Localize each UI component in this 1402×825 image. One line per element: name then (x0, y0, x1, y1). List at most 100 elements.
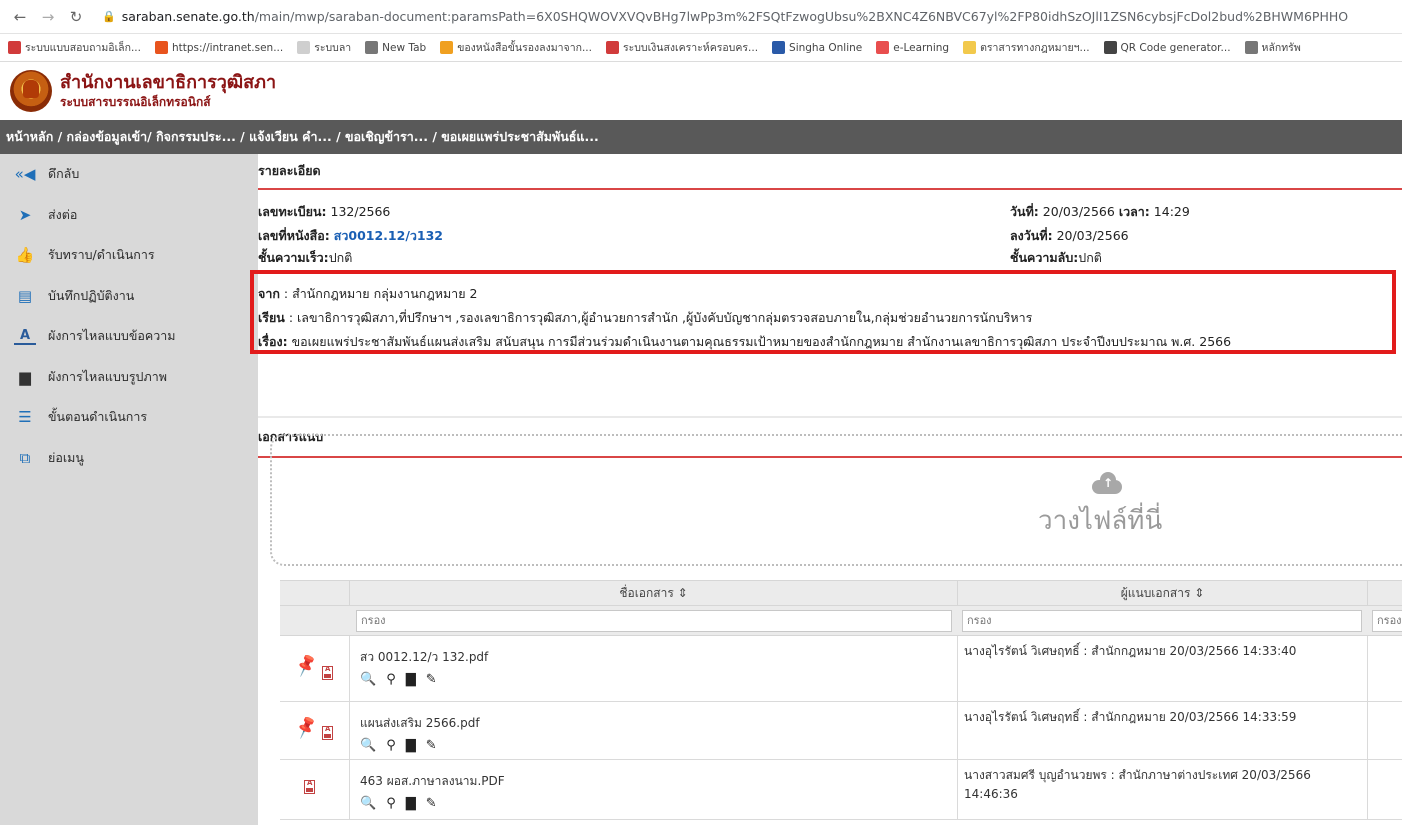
copy-icon[interactable]: ▇ (406, 796, 416, 811)
senate-logo (10, 70, 52, 112)
bookmark-item[interactable]: ตราสารทางกฎหมายฯ... (963, 39, 1090, 56)
app-subtitle: ระบบสารบรรณอิเล็กทรอนิกส์ (60, 95, 211, 109)
bookmark-item[interactable]: ระบบเงินสงเคราะห์ครอบคร... (605, 39, 758, 56)
filter-row (280, 606, 1402, 636)
bookmark-item[interactable]: https://intranet.sen... (154, 41, 283, 54)
sidebar-item-label: ส่งต่อ (48, 206, 78, 222)
attacher-info: นางอุไรรัตน์ วิเศษฤทธิ์ : สำนักกฎหมาย 20… (964, 710, 1297, 724)
bookmark-favicon-icon (605, 41, 619, 54)
thumbs-up-icon: 👍 (15, 246, 35, 265)
bookmark-item[interactable]: Singha Online (772, 41, 862, 54)
pin-icon[interactable]: 📌 (293, 715, 320, 741)
lock-icon: 🔒 (102, 10, 116, 23)
table-row: 📌 แผนส่งเสริม 2566.pdf 🔍 ⚲ ▇ ✎ นางอุไรรั… (280, 702, 1402, 760)
browser-address-bar: ← → ↻ 🔒 saraban.senate.go.th/main/mwp/sa… (0, 0, 1402, 34)
sidebar-item-label: ย่อเมนู (48, 449, 84, 465)
sidebar-item-back-arrow[interactable]: «◀ ดึกลับ (0, 154, 258, 195)
bookmark-favicon-icon (963, 41, 977, 54)
col-attacher-header[interactable]: ผู้แนบเอกสาร ⇕ (958, 581, 1368, 605)
app-header: สำนักงานเลขาธิการวุฒิสภา ระบบสารบรรณอิเล… (0, 62, 1402, 120)
text-flow-icon: A (14, 328, 36, 345)
bookmark-favicon-icon (876, 41, 890, 54)
file-name[interactable]: สว 0012.12/ว 132.pdf (360, 648, 488, 667)
zoom-icon[interactable]: 🔍 (360, 672, 376, 687)
filter-attacher-input[interactable] (962, 609, 1362, 632)
bookmark-item[interactable]: ของหนังสือขั้นรองลงมาจาก... (440, 39, 592, 56)
bookmark-item[interactable]: ระบบแบบสอบถามอิเล็ก... (8, 39, 141, 56)
reg-no: เลขทะเบียน: 132/2566 (258, 204, 391, 219)
details-title: รายละเอียด (258, 163, 321, 178)
url-field[interactable]: saraban.senate.go.th/main/mwp/saraban-do… (122, 9, 1348, 24)
speed-class: ชั้นความเร็ว:ปกติ (258, 250, 353, 262)
details-panel: เลขทะเบียน: 132/2566 เลขที่หนังสือ: สว00… (250, 190, 1402, 416)
image-flow-icon: ▆ (19, 367, 31, 386)
bookmark-favicon-icon (1244, 41, 1258, 54)
col-actions-header (280, 581, 350, 605)
sidebar-item-notebook[interactable]: ▤ บันทึกปฏิบัติงาน (0, 276, 258, 317)
sidebar-item-thumbs-up[interactable]: 👍 รับทราบ/ดำเนินการ (0, 235, 258, 276)
bookmark-favicon-icon (365, 41, 379, 54)
pdf-icon (322, 665, 333, 680)
bookmark-favicon-icon (1103, 41, 1117, 54)
sidebar-item-label: บันทึกปฏิบัติงาน (48, 287, 135, 303)
dropzone-text: วางไฟล์ที่นี่ (1038, 506, 1163, 536)
edit-icon[interactable]: ✎ (426, 796, 437, 811)
user-icon[interactable]: ⚲ (386, 796, 396, 811)
copy-icon[interactable]: ▇ (406, 672, 416, 687)
sidebar-item-image-flow[interactable]: ▆ ผังการไหลแบบรูปภาพ (0, 357, 258, 398)
bookmark-item[interactable]: e-Learning (876, 41, 949, 54)
attachments-table: ชื่อเอกสาร ⇕ ผู้แนบเอกสาร ⇕ 📌 สว 0012.12… (280, 580, 1402, 820)
filter-name-input[interactable] (356, 609, 952, 632)
doc-no-link[interactable]: สว0012.12/ว132 (334, 228, 443, 243)
file-dropzone[interactable]: ↑ วางไฟล์ที่นี่ (270, 434, 1402, 566)
breadcrumb: หน้าหลัก / กล่องข้อมูลเข้า/ กิจกรรมประ..… (0, 120, 1402, 154)
forward-icon[interactable]: → (36, 5, 60, 29)
table-row: 📌 สว 0012.12/ว 132.pdf 🔍 ⚲ ▇ ✎ นางอุไรรั… (280, 636, 1402, 702)
back-icon[interactable]: ← (8, 5, 32, 29)
bookmark-item[interactable]: ระบบลา (297, 39, 351, 56)
bookmark-item[interactable]: New Tab (365, 41, 426, 54)
attacher-info: นางสาวสมศรี บุญอำนวยพร : สำนักภาษาต่างปร… (964, 768, 1311, 801)
doc-no: เลขที่หนังสือ: สว0012.12/ว132 (258, 228, 443, 243)
pdf-icon (304, 779, 315, 794)
col-name-header[interactable]: ชื่อเอกสาร ⇕ (350, 581, 958, 605)
edit-icon[interactable]: ✎ (426, 672, 437, 687)
user-icon[interactable]: ⚲ (386, 738, 396, 753)
sign-date: ลงวันที่: 20/03/2566 (1010, 228, 1129, 243)
sidebar-item-collapse-menu[interactable]: ⧉ ย่อเมนู (0, 438, 258, 479)
bookmark-item[interactable]: QR Code generator... (1103, 41, 1231, 54)
user-icon[interactable]: ⚲ (386, 672, 396, 687)
sidebar-item-list-steps[interactable]: ☰ ขั้นตอนดำเนินการ (0, 397, 258, 438)
sidebar: «◀ ดึกลับ ➤ ส่งต่อ 👍 รับทราบ/ดำเนินการ ▤ บันทึก… (0, 154, 258, 825)
zoom-icon[interactable]: 🔍 (360, 796, 376, 811)
edit-icon[interactable]: ✎ (426, 738, 437, 753)
main-content: รายละเอียด เลขทะเบียน: 132/2566 เลขที่หน… (250, 154, 1402, 825)
table-header: ชื่อเอกสาร ⇕ ผู้แนบเอกสาร ⇕ (280, 580, 1402, 606)
attacher-info: นางอุไรรัตน์ วิเศษฤทธิ์ : สำนักกฎหมาย 20… (964, 644, 1297, 658)
bookmark-item[interactable]: หลักทรัพ (1244, 39, 1301, 56)
file-name[interactable]: แผนส่งเสริม 2566.pdf (360, 714, 480, 733)
row-actions: 🔍 ⚲ ▇ ✎ (360, 796, 437, 811)
bookmark-favicon-icon (8, 41, 21, 54)
app-title: สำนักงานเลขาธิการวุฒิสภา (60, 72, 277, 93)
row-actions: 🔍 ⚲ ▇ ✎ (360, 738, 437, 753)
reload-icon[interactable]: ↻ (64, 5, 88, 29)
bookmark-favicon-icon (297, 41, 311, 54)
sidebar-item-text-flow[interactable]: A ผังการไหลแบบข้อความ (0, 316, 258, 357)
copy-icon[interactable]: ▇ (406, 738, 416, 753)
zoom-icon[interactable]: 🔍 (360, 738, 376, 753)
received-date: วันที่: 20/03/2566 เวลา: 14:29 (1010, 204, 1190, 219)
file-name[interactable]: 463 ผอส.ภาษาลงนาม.PDF (360, 772, 505, 791)
filter-extra-input[interactable] (1372, 609, 1402, 632)
pin-icon[interactable]: 📌 (293, 653, 320, 679)
breadcrumb-text[interactable]: หน้าหลัก / กล่องข้อมูลเข้า/ กิจกรรมประ..… (6, 127, 599, 147)
bookmark-favicon-icon (440, 41, 454, 54)
sidebar-item-label: ดึกลับ (48, 166, 80, 182)
sidebar-item-label: ผังการไหลแบบรูปภาพ (48, 368, 167, 384)
sidebar-item-send[interactable]: ➤ ส่งต่อ (0, 195, 258, 236)
send-icon: ➤ (18, 205, 32, 224)
collapse-menu-icon: ⧉ (19, 448, 31, 467)
sidebar-item-label: ผังการไหลแบบข้อความ (48, 328, 176, 344)
back-arrow-icon: «◀ (14, 165, 36, 184)
bookmark-favicon-icon (154, 41, 168, 54)
